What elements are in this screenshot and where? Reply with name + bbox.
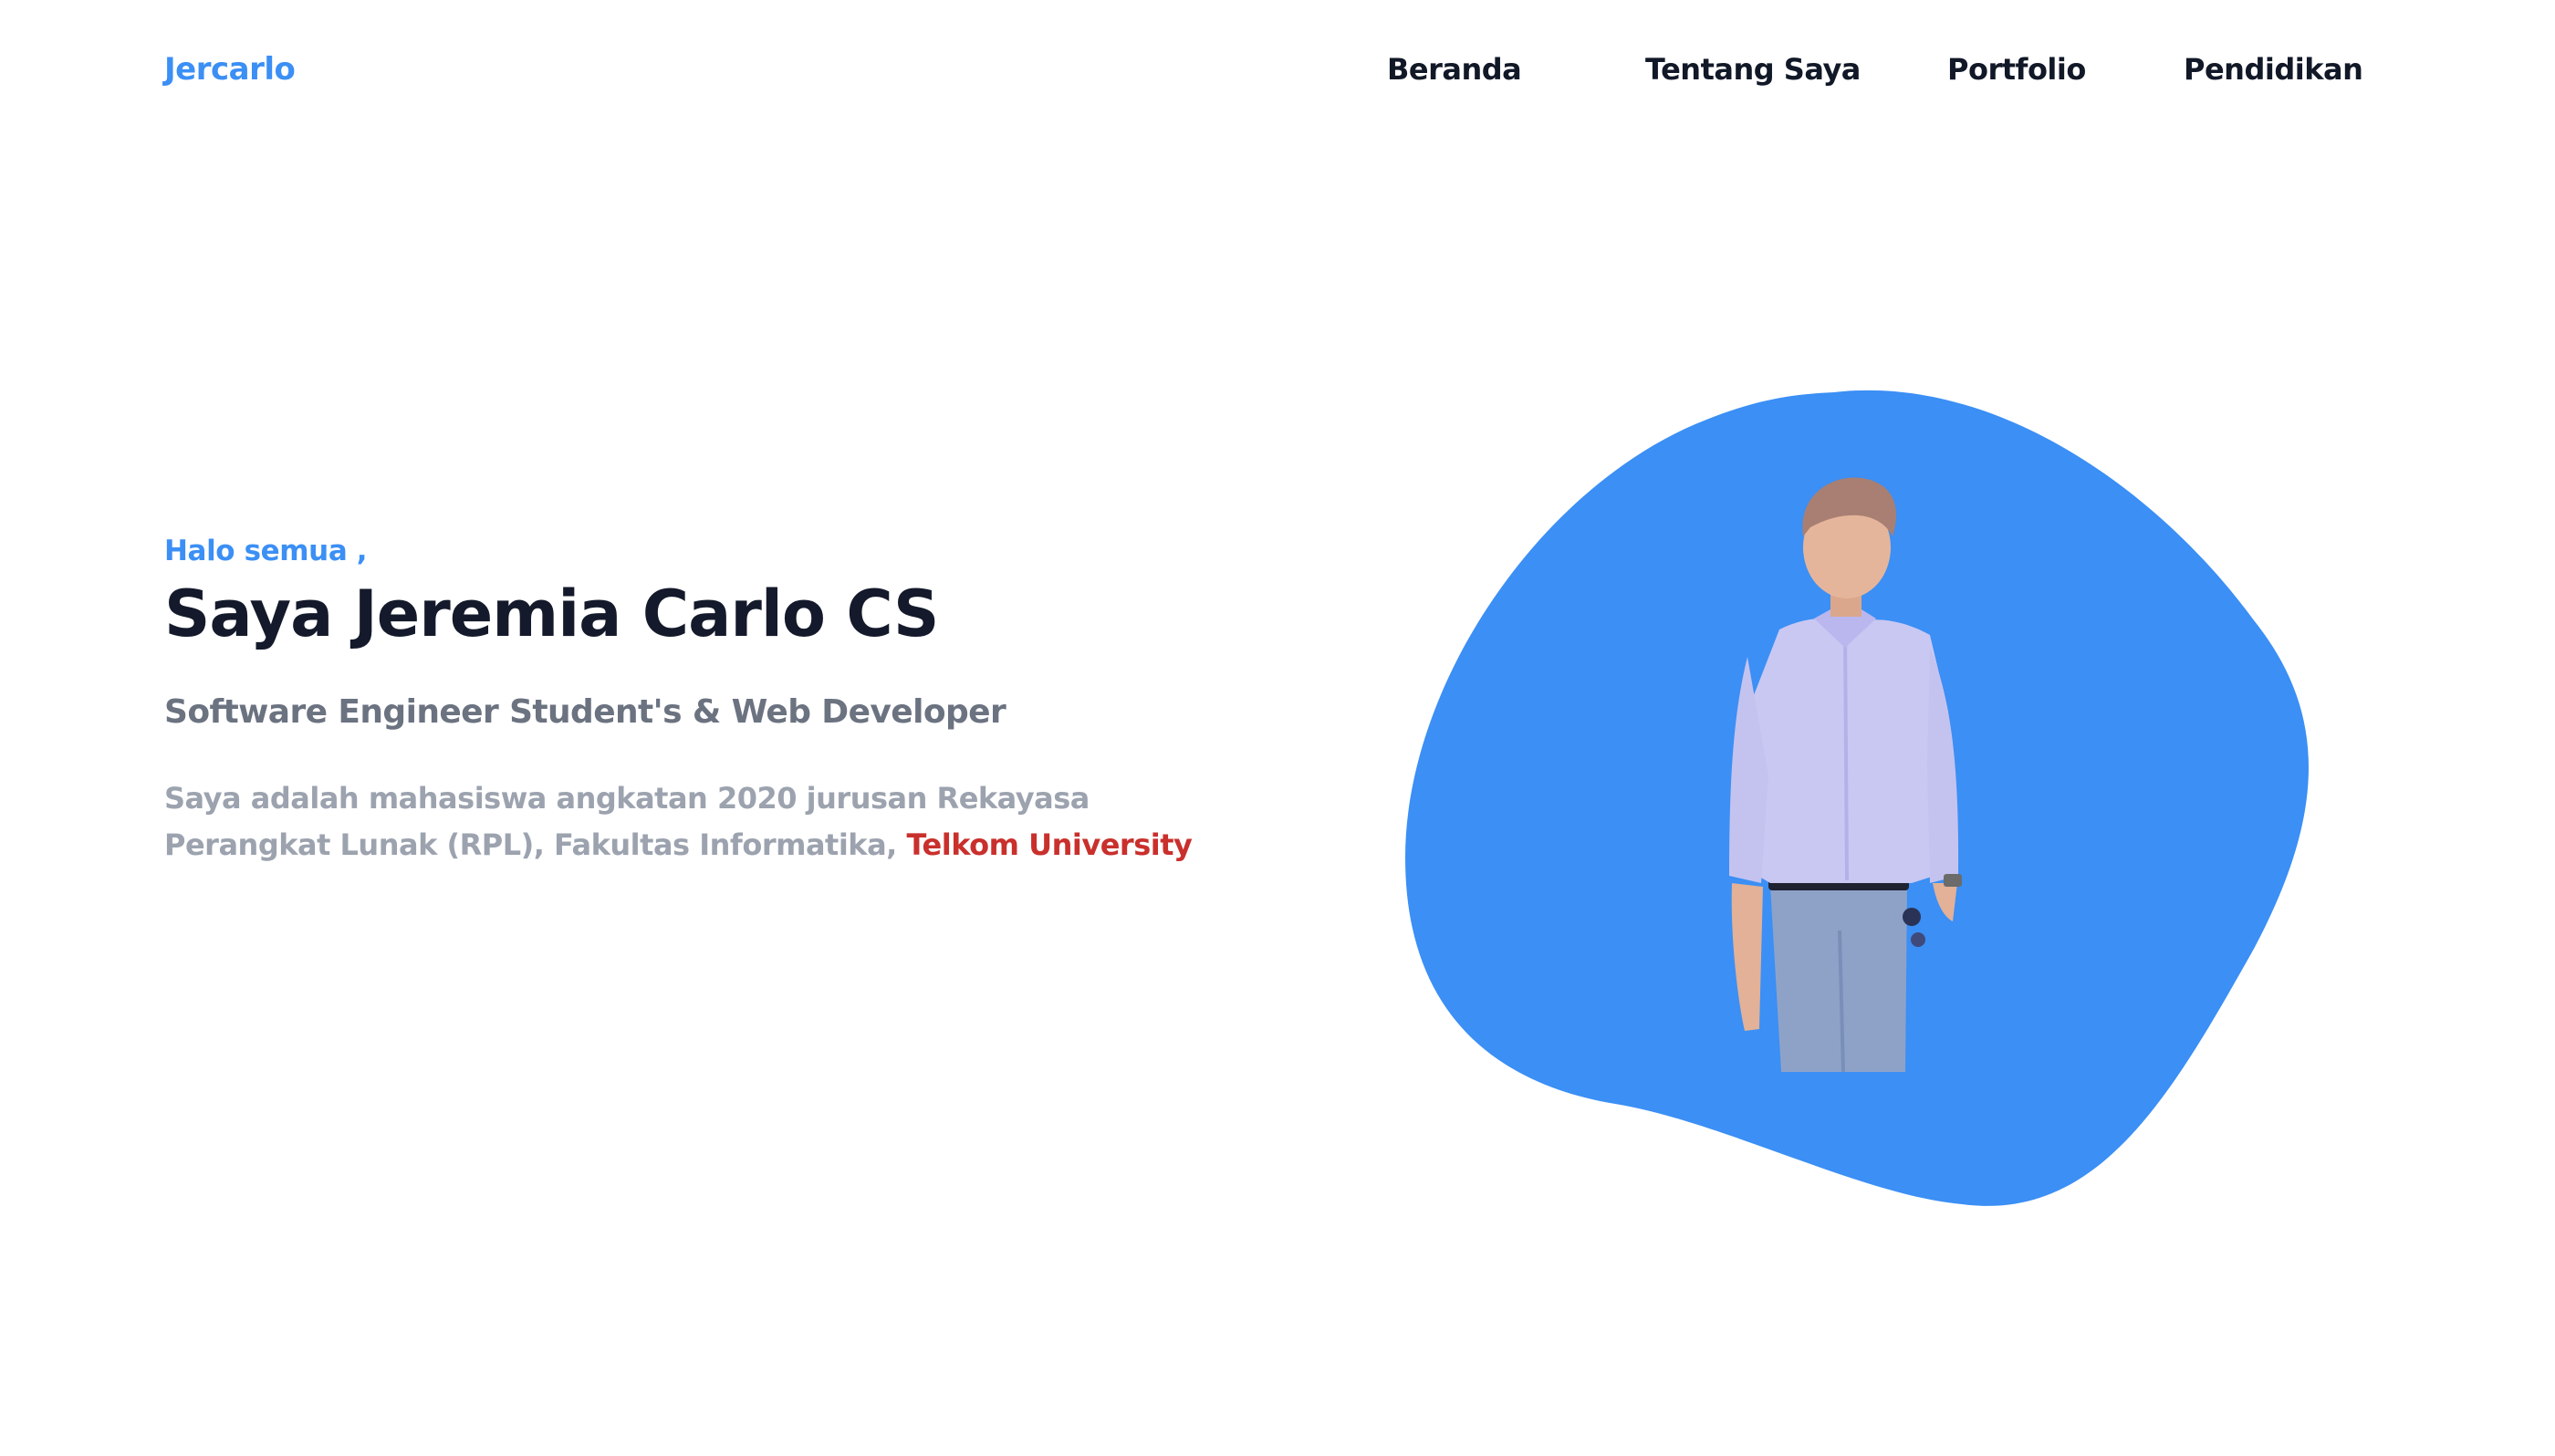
main-navigation: Beranda Tentang Saya Portfolio Pendidika… — [1369, 49, 2363, 89]
nav-link-tentang-saya[interactable]: Tentang Saya — [1645, 49, 1861, 89]
hero-title: Saya Jeremia Carlo CS — [164, 577, 939, 651]
nav-link-beranda[interactable]: Beranda — [1387, 49, 1522, 89]
page: Jercarlo Beranda Tentang Saya Portfolio … — [0, 0, 2555, 1456]
brand-logo-link[interactable]: Jercarlo — [164, 49, 296, 89]
hero-greeting: Halo semua , — [164, 535, 368, 567]
hero-blob-photo — [1405, 390, 2309, 1206]
nav-link-portfolio[interactable]: Portfolio — [1947, 49, 2086, 89]
nav-link-pendidikan[interactable]: Pendidikan — [2184, 49, 2363, 89]
hero-subtitle: Software Engineer Student's & Web Develo… — [164, 693, 1006, 731]
hero-description: Saya adalah mahasiswa angkatan 2020 juru… — [164, 775, 1259, 868]
hero-illustration — [1405, 383, 2318, 1222]
university-highlight: Telkom University — [906, 827, 1193, 862]
